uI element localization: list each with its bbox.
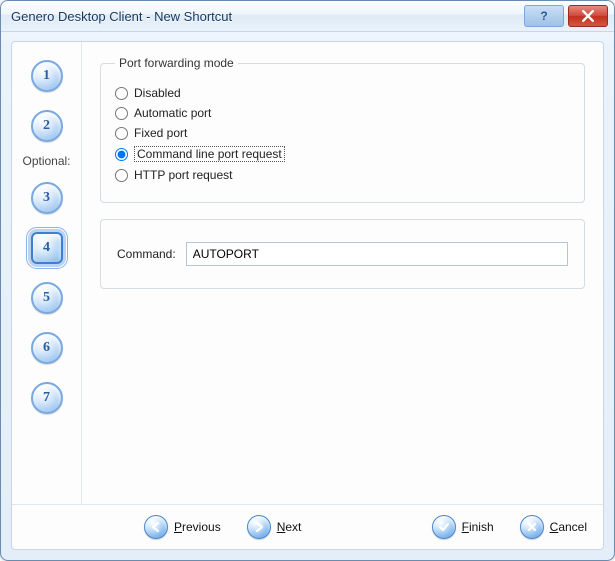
- step-2[interactable]: 2: [31, 110, 63, 142]
- command-input[interactable]: [186, 242, 568, 266]
- group-legend: Port forwarding mode: [115, 56, 238, 70]
- step-7[interactable]: 7: [31, 382, 63, 414]
- radio-disabled-label[interactable]: Disabled: [134, 86, 181, 100]
- upper-area: 1 2 Optional: 3 4 5 6 7 Port forwarding …: [12, 42, 603, 504]
- finish-label: Finish: [462, 520, 494, 534]
- radio-command-line-port[interactable]: [115, 148, 128, 161]
- radio-disabled[interactable]: [115, 87, 128, 100]
- radio-cmdline-row: Command line port request: [115, 146, 570, 162]
- dialog-body: 1 2 Optional: 3 4 5 6 7 Port forwarding …: [1, 31, 614, 560]
- cancel-icon: [520, 515, 544, 539]
- cancel-label: Cancel: [550, 520, 587, 534]
- help-button[interactable]: ?: [524, 5, 564, 27]
- content-frame: 1 2 Optional: 3 4 5 6 7 Port forwarding …: [11, 41, 604, 550]
- radio-fixed-port[interactable]: [115, 127, 128, 140]
- wizard-steps: 1 2 Optional: 3 4 5 6 7: [12, 42, 82, 504]
- radio-automatic-port-label[interactable]: Automatic port: [134, 106, 211, 120]
- next-icon: [247, 515, 271, 539]
- radio-fixed-port-label[interactable]: Fixed port: [134, 126, 187, 140]
- step-4[interactable]: 4: [31, 232, 63, 264]
- port-forwarding-group: Port forwarding mode Disabled Automatic …: [100, 56, 585, 203]
- radio-http-port-label[interactable]: HTTP port request: [134, 168, 232, 182]
- radio-fixed-row: Fixed port: [115, 126, 570, 140]
- step-3[interactable]: 3: [31, 182, 63, 214]
- radio-automatic-port[interactable]: [115, 107, 128, 120]
- close-button[interactable]: [568, 5, 608, 27]
- previous-label: Previous: [174, 520, 221, 534]
- radio-automatic-row: Automatic port: [115, 106, 570, 120]
- command-box: Command:: [100, 219, 585, 289]
- step-1[interactable]: 1: [31, 60, 63, 92]
- wizard-footer: Previous Next Finish: [12, 504, 603, 549]
- finish-button[interactable]: Finish: [432, 515, 494, 539]
- step-6[interactable]: 6: [31, 332, 63, 364]
- optional-label: Optional:: [22, 154, 70, 168]
- step-content: Port forwarding mode Disabled Automatic …: [82, 42, 603, 504]
- radio-http-port[interactable]: [115, 169, 128, 182]
- radio-http-row: HTTP port request: [115, 168, 570, 182]
- radio-disabled-row: Disabled: [115, 86, 570, 100]
- step-5[interactable]: 5: [31, 282, 63, 314]
- next-label: Next: [277, 520, 302, 534]
- dialog-window: Genero Desktop Client - New Shortcut ? 1…: [0, 0, 615, 561]
- close-icon: [582, 10, 594, 22]
- window-title: Genero Desktop Client - New Shortcut: [11, 9, 520, 24]
- radio-command-line-port-label[interactable]: Command line port request: [134, 146, 285, 162]
- cancel-button[interactable]: Cancel: [520, 515, 587, 539]
- previous-icon: [144, 515, 168, 539]
- finish-icon: [432, 515, 456, 539]
- next-button[interactable]: Next: [247, 515, 302, 539]
- titlebar: Genero Desktop Client - New Shortcut ?: [1, 1, 614, 32]
- previous-button[interactable]: Previous: [144, 515, 221, 539]
- command-row: Command:: [117, 242, 568, 266]
- command-label: Command:: [117, 247, 176, 261]
